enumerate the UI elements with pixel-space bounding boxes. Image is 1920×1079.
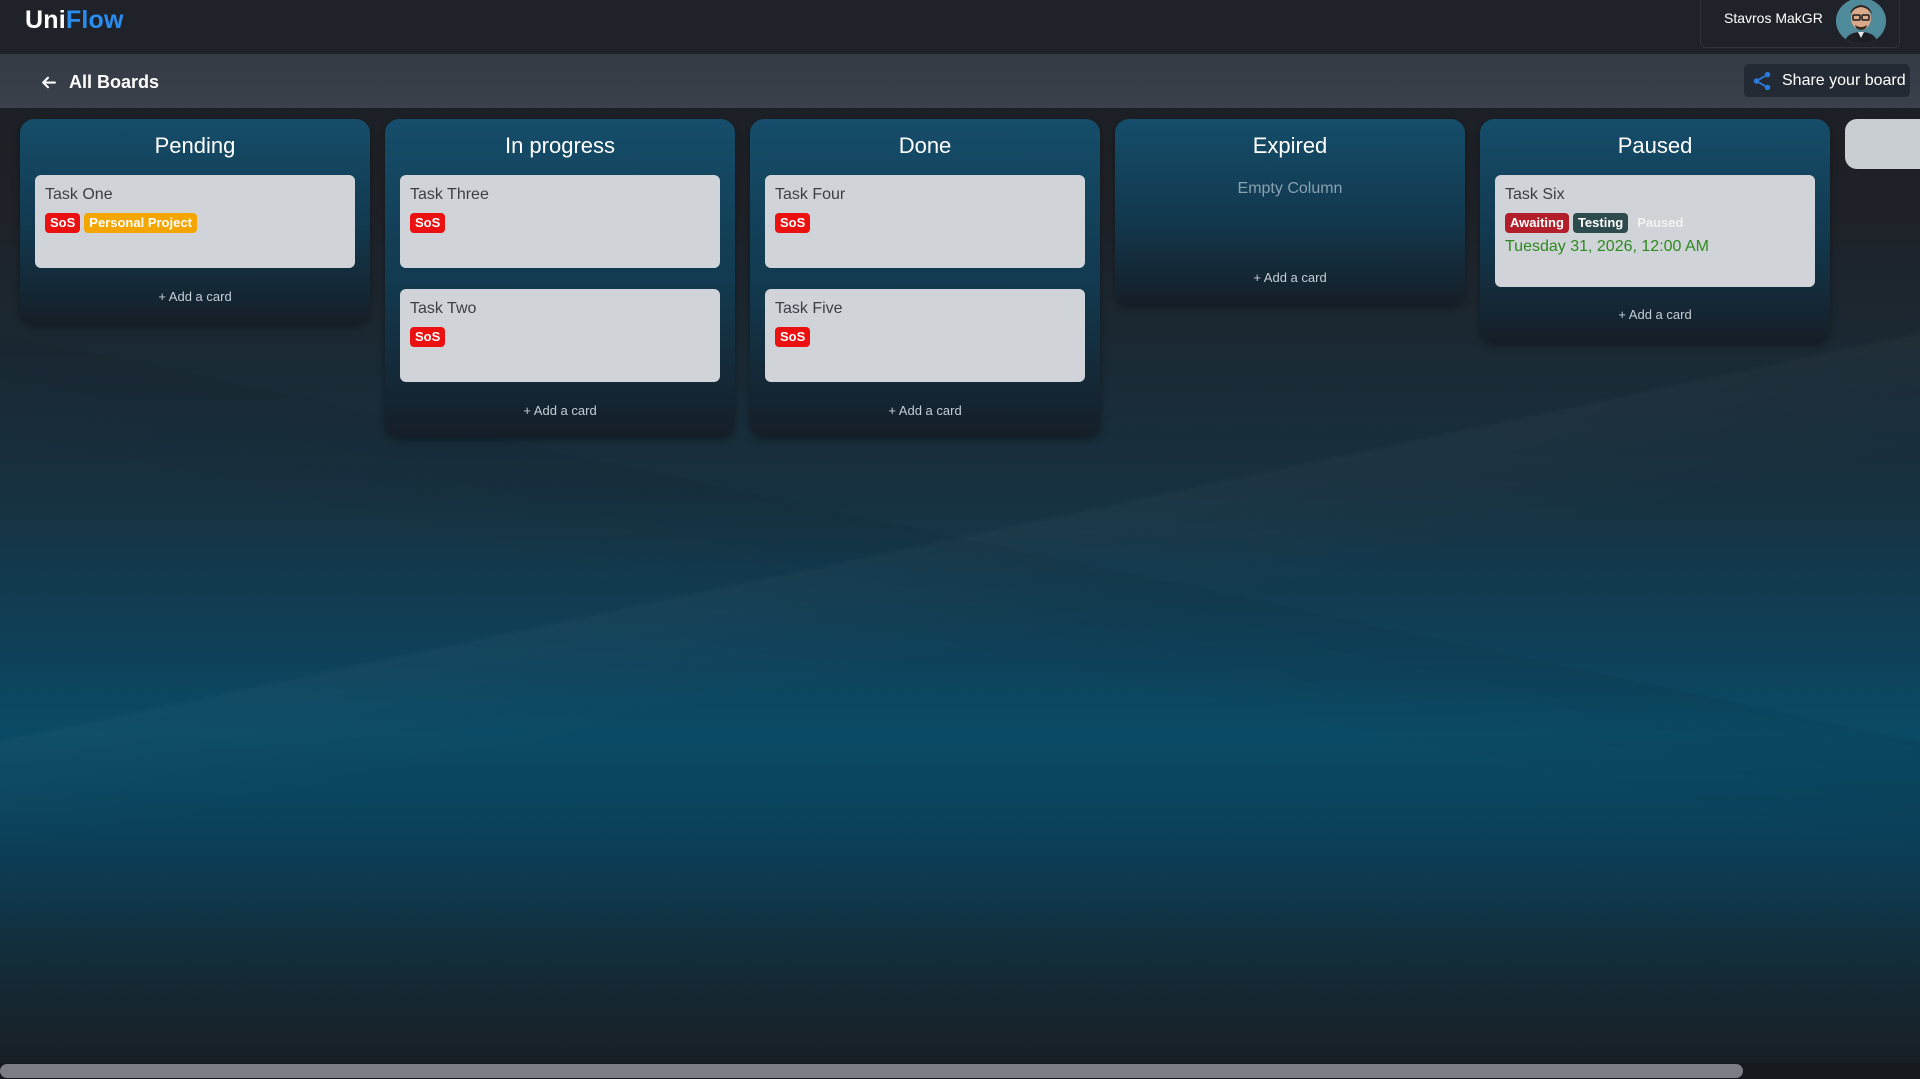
card-tags: SoS (775, 213, 811, 233)
all-boards-label: All Boards (69, 71, 160, 92)
column-in-progress: In progress Task Three SoS Task Two SoS … (385, 119, 735, 437)
horizontal-scrollbar[interactable] (0, 1063, 1920, 1079)
tag-sos: SoS (775, 213, 811, 233)
card-tags: Awaiting Testing Paused (1505, 213, 1688, 233)
share-board-label: Share your board (1782, 71, 1906, 89)
board-header: All Boards Share your board (0, 54, 1920, 108)
column-paused: Paused Task Six Awaiting Testing Paused … (1480, 119, 1830, 342)
add-card-button[interactable]: + Add a card (385, 403, 735, 418)
tag-sos: SoS (410, 327, 446, 347)
user-name: Stavros MakGR (1724, 10, 1823, 26)
add-card-button[interactable]: + Add a card (750, 403, 1100, 418)
top-header: UniFlow Stavros MakGR (0, 0, 1920, 54)
column-title: Pending (154, 133, 236, 158)
card-title: Task Five (775, 300, 843, 317)
share-icon (1753, 71, 1771, 90)
column-title: Paused (1617, 133, 1693, 158)
card-tags: SoS (410, 213, 446, 233)
share-board-button[interactable]: Share your board (1744, 64, 1910, 97)
card-tags: SoS (410, 327, 446, 347)
all-boards-link[interactable]: All Boards (40, 71, 159, 93)
card-task-two[interactable]: Task Two SoS (400, 289, 720, 382)
add-card-button[interactable]: + Add a card (20, 289, 370, 304)
add-column-button[interactable] (1845, 119, 1920, 169)
card-task-three[interactable]: Task Three SoS (400, 175, 720, 268)
tag-sos: SoS (775, 327, 811, 347)
tag-testing: Testing (1572, 213, 1629, 233)
tag-sos: SoS (45, 213, 81, 233)
avatar-image (1836, 0, 1886, 44)
scrollbar-thumb[interactable] (0, 1064, 1743, 1078)
tag-paused: Paused (1637, 215, 1684, 230)
column-title: In progress (504, 133, 616, 158)
card-task-one[interactable]: Task One SoS Personal Project (35, 175, 355, 268)
card-task-six[interactable]: Task Six Awaiting Testing Paused Tuesday… (1495, 175, 1815, 287)
add-card-button[interactable]: + Add a card (1115, 270, 1465, 285)
app-logo[interactable]: UniFlow (25, 6, 124, 35)
arrow-left-icon (42, 76, 56, 88)
card-title: Task Two (410, 300, 477, 317)
column-title: Expired (1252, 133, 1328, 158)
card-task-five[interactable]: Task Five SoS (765, 289, 1085, 382)
avatar[interactable] (1836, 0, 1886, 44)
tag-awaiting: Awaiting (1505, 213, 1569, 233)
column-done: Done Task Four SoS Task Five SoS + Add a… (750, 119, 1100, 437)
logo-part-uni: Uni (25, 6, 66, 34)
column-pending: Pending Task One SoS Personal Project + … (20, 119, 370, 324)
card-title: Task One (45, 186, 113, 203)
card-tags: SoS Personal Project (45, 213, 197, 233)
empty-column-text: Empty Column (1237, 180, 1343, 197)
card-due-date: Tuesday 31, 2026, 12:00 AM (1505, 238, 1709, 255)
logo-part-flow: Flow (65, 6, 124, 34)
column-title: Done (898, 133, 952, 158)
card-title: Task Six (1505, 186, 1565, 203)
tag-personal-project: Personal Project (84, 213, 197, 233)
card-title: Task Three (410, 186, 489, 203)
tag-sos: SoS (410, 213, 446, 233)
card-tags: SoS (775, 327, 811, 347)
column-expired: Expired Empty Column + Add a card (1115, 119, 1465, 305)
add-card-button[interactable]: + Add a card (1480, 307, 1830, 322)
card-title: Task Four (775, 186, 846, 203)
card-task-four[interactable]: Task Four SoS (765, 175, 1085, 268)
user-menu[interactable]: Stavros MakGR (1700, 0, 1900, 48)
